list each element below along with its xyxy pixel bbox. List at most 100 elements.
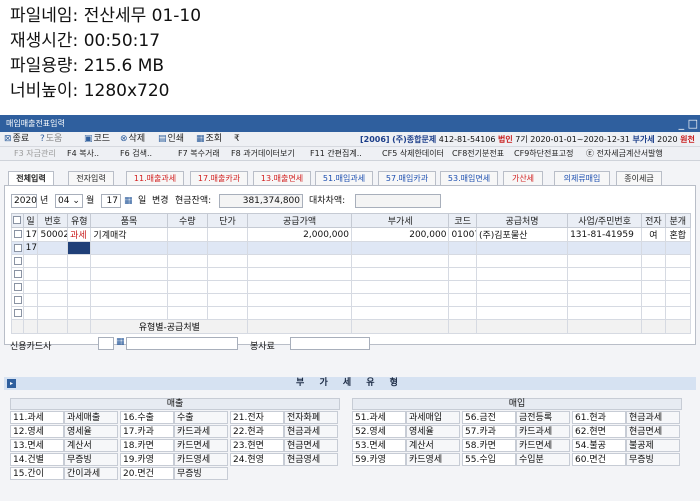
vat-name-sales-9[interactable]: 무증빙 — [64, 453, 118, 466]
vat-code-sales-1[interactable]: 16.수출 — [120, 411, 174, 424]
cell-item[interactable] — [90, 241, 168, 255]
cell-supply[interactable] — [247, 241, 352, 255]
vat-name-sales-6[interactable]: 계산서 — [64, 439, 118, 452]
cell-journal[interactable] — [664, 241, 691, 255]
vat-name-purchase-9[interactable]: 카드영세 — [406, 453, 460, 466]
vat-code-purchase-11[interactable]: 60.면건 — [572, 453, 626, 466]
cell-journal[interactable]: 혼합 — [664, 227, 691, 242]
vat-code-sales-2[interactable]: 21.전자 — [230, 411, 284, 424]
vat-name-purchase-4[interactable]: 카드과세 — [516, 425, 570, 438]
vat-code-purchase-3[interactable]: 52.영세 — [352, 425, 406, 438]
row-check[interactable] — [11, 227, 24, 242]
vat-name-sales-8[interactable]: 현금면세 — [284, 439, 338, 452]
inquiry-button[interactable]: ▦조회 — [196, 133, 222, 146]
more-button[interactable]: ₹ — [234, 133, 240, 146]
vat-name-sales-5[interactable]: 현금과세 — [284, 425, 338, 438]
vat-code-sales-7[interactable]: 18.카면 — [120, 439, 174, 452]
cell-qty[interactable] — [166, 227, 208, 242]
cell-price[interactable] — [206, 227, 249, 242]
vat-code-sales-9[interactable]: 14.건별 — [10, 453, 64, 466]
cell-regno[interactable]: 131-81-41959 — [567, 227, 643, 242]
vat-name-sales-3[interactable]: 영세율 — [64, 425, 118, 438]
vat-code-purchase-9[interactable]: 59.카영 — [352, 453, 406, 466]
vat-code-purchase-7[interactable]: 58.카면 — [462, 439, 516, 452]
search-icon[interactable]: ▦ — [116, 337, 125, 347]
delete-button[interactable]: ⊗삭제 — [120, 133, 145, 146]
vat-name-purchase-6[interactable]: 계산서 — [406, 439, 460, 452]
table-row-empty[interactable] — [11, 254, 691, 268]
fkey-f4[interactable]: F4 복사.. — [67, 148, 99, 160]
tab-57-purchase-card[interactable]: 57.매입카과 — [378, 171, 436, 185]
tab-51-purchase-taxable[interactable]: 51.매입과세 — [315, 171, 373, 185]
section-collapse-icon[interactable]: ▸ — [7, 379, 16, 388]
vat-code-purchase-5[interactable]: 62.현면 — [572, 425, 626, 438]
cell-vendor[interactable] — [475, 241, 569, 255]
cell-price[interactable] — [206, 241, 249, 255]
fkey-f7[interactable]: F7 복수거래 — [178, 148, 220, 160]
tab-electronic-entry[interactable]: 전자입력 — [68, 171, 114, 185]
tab-all-entry[interactable]: 전체입력 — [8, 171, 54, 185]
fkey-cf8[interactable]: CF8전기분전표 — [452, 148, 504, 160]
tab-11-sales-taxable[interactable]: 11.매출과세 — [126, 171, 184, 185]
vat-code-purchase-6[interactable]: 53.면세 — [352, 439, 406, 452]
cell-day[interactable]: 17 — [22, 241, 39, 255]
vat-name-sales-7[interactable]: 카드면세 — [174, 439, 228, 452]
cell-vat[interactable]: 200,000 — [350, 227, 450, 242]
fkey-f3[interactable]: F3 자금관리 — [14, 148, 56, 160]
card-name-input[interactable] — [126, 337, 238, 350]
vat-code-sales-12[interactable]: 15.간이 — [10, 467, 64, 480]
window-controls[interactable]: _ □ — [679, 115, 698, 132]
service-fee-input[interactable] — [290, 337, 370, 350]
cell-vat[interactable] — [350, 241, 450, 255]
header-check[interactable] — [11, 213, 24, 228]
table-row-empty[interactable] — [11, 280, 691, 294]
vat-name-purchase-2[interactable]: 현금과세 — [626, 411, 680, 424]
cell-type-active[interactable] — [67, 241, 92, 255]
tab-13-sales-exempt[interactable]: 13.매출면세 — [253, 171, 311, 185]
vat-code-sales-10[interactable]: 19.카영 — [120, 453, 174, 466]
cell-no[interactable] — [37, 241, 69, 255]
cell-code[interactable]: 01007 — [448, 227, 477, 242]
vat-name-sales-10[interactable]: 카드영세 — [174, 453, 228, 466]
fkey-f6[interactable]: F6 검색.. — [120, 148, 152, 160]
vat-code-purchase-10[interactable]: 55.수입 — [462, 453, 516, 466]
tab-17-sales-card[interactable]: 17.매출카과 — [190, 171, 248, 185]
fkey-f8[interactable]: F8 과거데이터보기 — [231, 148, 295, 160]
tab-deemed-purchase[interactable]: 의제류매입 — [554, 171, 610, 185]
cell-qty[interactable] — [166, 241, 208, 255]
vat-code-sales-0[interactable]: 11.과세 — [10, 411, 64, 424]
vat-name-purchase-3[interactable]: 영세율 — [406, 425, 460, 438]
cell-type[interactable]: 과세 — [67, 227, 92, 242]
code-button[interactable]: ▣코드 — [84, 133, 110, 146]
vat-code-purchase-8[interactable]: 54.불공 — [572, 439, 626, 452]
vat-name-purchase-7[interactable]: 카드면세 — [516, 439, 570, 452]
vat-name-sales-0[interactable]: 과세매출 — [64, 411, 118, 424]
cell-vendor[interactable]: (주)김포물산 — [475, 227, 569, 242]
fkey-f11[interactable]: F11 간편집계.. — [310, 148, 362, 160]
cell-elec[interactable]: 여 — [641, 227, 666, 242]
table-row-selected[interactable]: 17 — [11, 241, 691, 255]
vat-name-purchase-1[interactable]: 금전등록 — [516, 411, 570, 424]
table-row-empty[interactable] — [11, 293, 691, 307]
help-button[interactable]: ?도움 — [40, 133, 62, 146]
vat-code-sales-13[interactable]: 20.면건 — [120, 467, 174, 480]
vat-name-sales-2[interactable]: 전자화폐 — [284, 411, 338, 424]
cell-day[interactable]: 17 — [22, 227, 39, 242]
e-invoice-button[interactable]: Ⓔ 전자세금계산서발행 — [586, 148, 663, 160]
table-row-empty[interactable] — [11, 267, 691, 281]
close-button[interactable]: ⊠종료 — [4, 133, 29, 146]
print-button[interactable]: ▤인쇄 — [158, 133, 184, 146]
cell-elec[interactable] — [641, 241, 666, 255]
vat-code-sales-5[interactable]: 22.현과 — [230, 425, 284, 438]
month-select[interactable]: 04 ⌄ — [55, 194, 83, 208]
vat-code-sales-3[interactable]: 12.영세 — [10, 425, 64, 438]
vat-name-purchase-11[interactable]: 무증빙 — [626, 453, 680, 466]
cell-regno[interactable] — [567, 241, 643, 255]
vat-name-purchase-8[interactable]: 불공제 — [626, 439, 680, 452]
tab-53-purchase-exempt[interactable]: 53.매입면세 — [440, 171, 498, 185]
vat-code-sales-11[interactable]: 24.현영 — [230, 453, 284, 466]
fkey-cf9[interactable]: CF9하단전표고정 — [514, 148, 573, 160]
vat-name-sales-4[interactable]: 카드과세 — [174, 425, 228, 438]
cell-code[interactable] — [448, 241, 477, 255]
vat-name-purchase-5[interactable]: 현금면세 — [626, 425, 680, 438]
